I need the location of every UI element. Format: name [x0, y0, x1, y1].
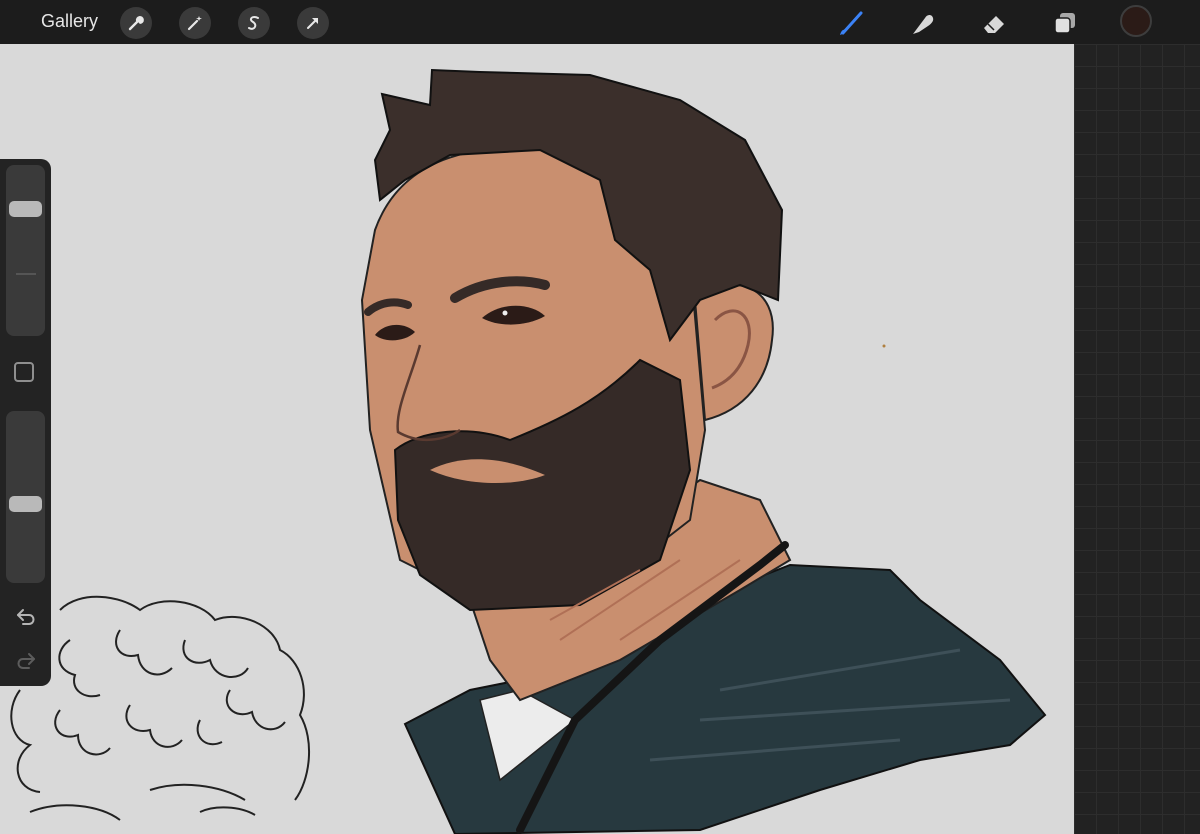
- gallery-button[interactable]: Gallery: [41, 11, 98, 32]
- brush-icon: [840, 11, 863, 35]
- opacity-knob[interactable]: [9, 496, 42, 512]
- arrow-cursor-icon: [307, 18, 318, 29]
- actions-button[interactable]: [120, 7, 152, 39]
- layers-button[interactable]: [1048, 6, 1082, 40]
- adjustments-button[interactable]: [179, 7, 211, 39]
- layers-icon: [1054, 13, 1075, 34]
- selection-button[interactable]: [238, 7, 270, 39]
- drawing-canvas[interactable]: [0, 44, 1074, 834]
- square-modifier-icon[interactable]: [14, 362, 34, 382]
- undo-icon: [17, 609, 35, 625]
- canvas-offscreen-grid: [1074, 44, 1200, 834]
- smudge-finger-icon: [913, 15, 934, 34]
- wrench-icon: [128, 16, 144, 31]
- eraser-tool[interactable]: [977, 6, 1011, 40]
- selection-s-icon: [248, 15, 259, 30]
- opacity-slider[interactable]: [6, 411, 45, 583]
- smudge-tool[interactable]: [905, 6, 939, 40]
- brush-size-slider[interactable]: [6, 165, 45, 336]
- portrait-artwork: [10, 68, 1047, 834]
- redo-icon: [17, 653, 35, 669]
- top-toolbar: Gallery: [0, 0, 1200, 44]
- brush-tool[interactable]: [834, 6, 868, 40]
- eraser-icon: [984, 16, 1004, 33]
- transform-button[interactable]: [297, 7, 329, 39]
- redo-button[interactable]: [12, 649, 40, 673]
- magic-wand-icon: [187, 16, 202, 31]
- color-swatch[interactable]: [1120, 5, 1152, 37]
- slider-midmark: [16, 273, 36, 275]
- undo-button[interactable]: [12, 605, 40, 629]
- left-sidebar: [0, 159, 51, 686]
- brush-size-knob[interactable]: [9, 201, 42, 217]
